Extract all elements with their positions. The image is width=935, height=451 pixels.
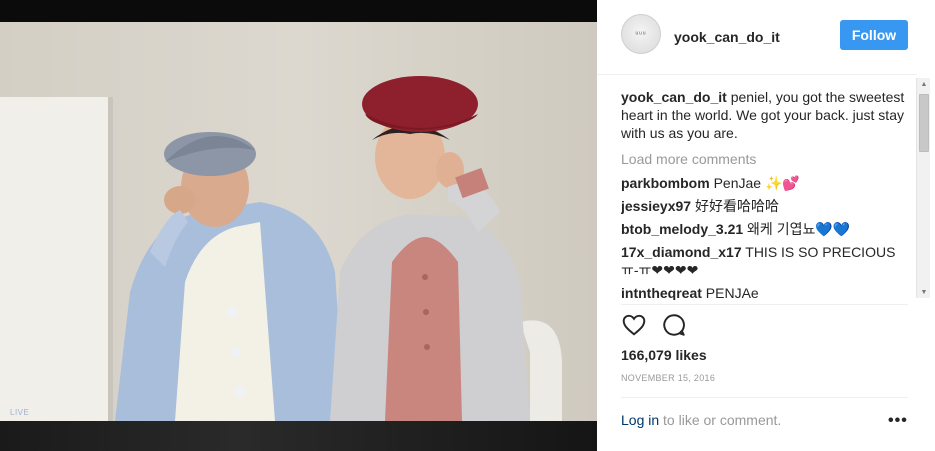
heart-icon[interactable]: [621, 312, 647, 338]
comment-text: 왜케 기엽뇨💙💙: [747, 221, 851, 237]
comment-username[interactable]: 17x_diamond_x17: [621, 244, 742, 260]
comment-username[interactable]: intntheqreat: [621, 285, 702, 300]
login-suffix: to like or comment.: [659, 412, 782, 428]
post-date: NOVEMBER 15, 2016: [621, 373, 716, 383]
avatar-text: ᵘᵘᵘ: [635, 30, 647, 38]
list-item: intntheqreat PENJAe: [621, 284, 913, 300]
image-watermark: LIVE: [10, 408, 30, 417]
comments-scrollbar[interactable]: ▲ ▼: [916, 78, 930, 298]
load-more-comments-button[interactable]: Load more comments: [621, 150, 913, 168]
scrollbar-thumb[interactable]: [919, 94, 929, 152]
post-image[interactable]: [0, 22, 597, 421]
list-item: parkbombom PenJae ✨💕: [621, 174, 913, 192]
caption: yook_can_do_it peniel, you got the sweet…: [621, 88, 913, 142]
comment-text: 好好看哈哈哈: [694, 198, 779, 214]
list-item: jessieyx97 好好看哈哈哈: [621, 197, 913, 215]
post-actions: [621, 312, 687, 340]
divider: [621, 397, 908, 398]
comment-icon[interactable]: [661, 312, 687, 338]
post-header: ᵘᵘᵘ yook_can_do_it Follow: [597, 0, 917, 75]
comments-list[interactable]: yook_can_do_it peniel, you got the sweet…: [621, 88, 913, 300]
divider: [621, 304, 908, 305]
comment-username[interactable]: parkbombom: [621, 175, 710, 191]
avatar[interactable]: ᵘᵘᵘ: [621, 14, 661, 54]
background-photo-strip: [0, 421, 597, 451]
post-sidebar: ᵘᵘᵘ yook_can_do_it Follow yook_can_do_it…: [597, 0, 935, 451]
comment-username[interactable]: jessieyx97: [621, 198, 691, 214]
login-link[interactable]: Log in: [621, 412, 659, 428]
header-username[interactable]: yook_can_do_it: [674, 29, 780, 45]
comment-text: PenJae ✨💕: [713, 175, 800, 191]
scroll-up-arrow-icon[interactable]: ▲: [917, 78, 931, 90]
caption-username[interactable]: yook_can_do_it: [621, 89, 727, 105]
list-item: 17x_diamond_x17 THIS IS SO PRECIOUS ㅠ-ㅠ❤…: [621, 243, 913, 279]
comment-text: PENJAe: [705, 285, 759, 300]
likes-count[interactable]: 166,079 likes: [621, 347, 707, 363]
comment-username[interactable]: btob_melody_3.21: [621, 221, 743, 237]
list-item: btob_melody_3.21 왜케 기엽뇨💙💙: [621, 220, 913, 238]
follow-button[interactable]: Follow: [840, 20, 908, 50]
login-prompt: Log in to like or comment.: [621, 412, 781, 428]
more-options-icon[interactable]: •••: [888, 412, 908, 430]
scroll-down-arrow-icon[interactable]: ▼: [917, 286, 931, 298]
